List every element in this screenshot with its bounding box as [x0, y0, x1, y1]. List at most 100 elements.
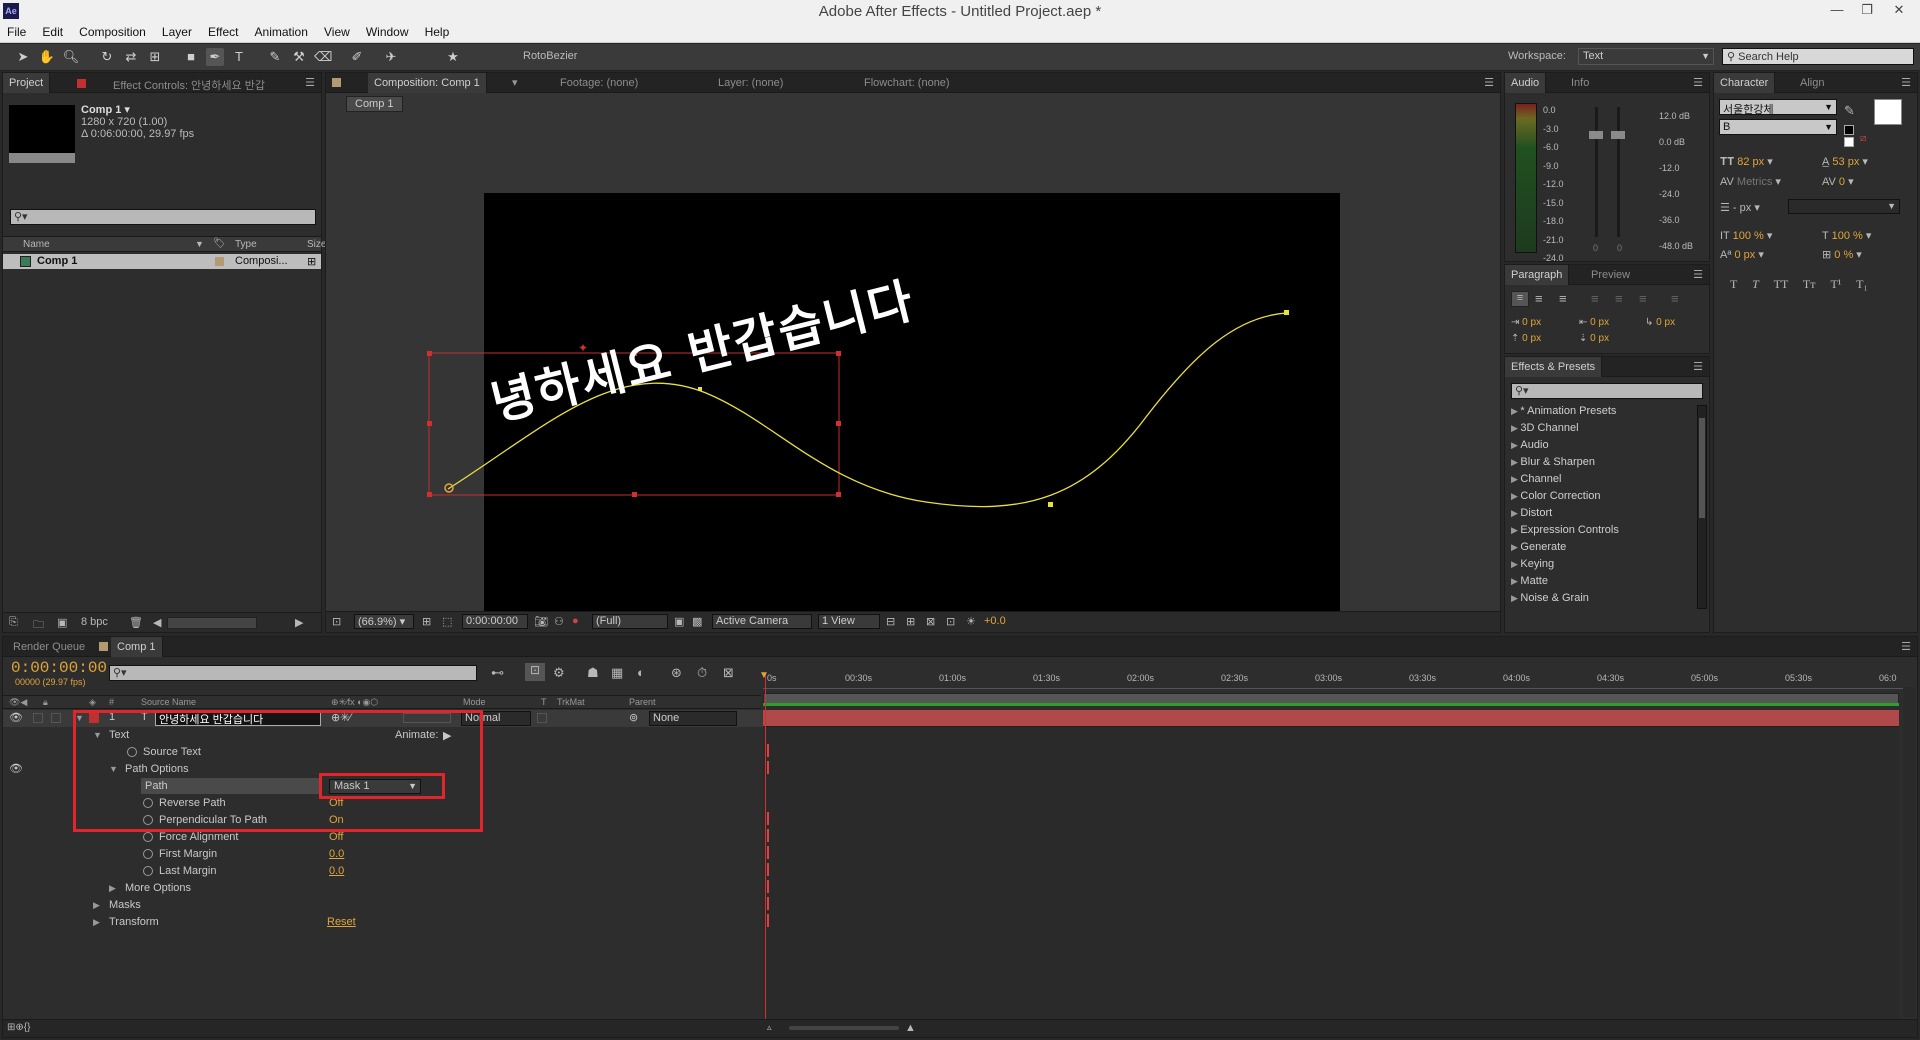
baseline-shift-field[interactable]: Aª 0 px ▾: [1720, 248, 1764, 261]
search-help-field[interactable]: ⚲ Search Help: [1722, 48, 1914, 65]
tab-audio[interactable]: Audio: [1505, 73, 1547, 93]
menu-layer[interactable]: Layer: [155, 22, 198, 39]
auto-keyframe-icon[interactable]: ⏱: [697, 665, 707, 681]
always-preview-icon[interactable]: ⊡: [332, 615, 341, 628]
close-button[interactable]: ✕: [1884, 2, 1914, 18]
prop-first-margin-value[interactable]: 0.0: [329, 848, 344, 860]
horizontal-scrollbar[interactable]: [167, 617, 257, 629]
col-size[interactable]: Size: [307, 239, 326, 250]
exposure-icon[interactable]: ☀: [966, 615, 976, 628]
magnification-select[interactable]: (66.9%) ▾: [354, 614, 414, 629]
transparency-grid-icon[interactable]: ▩: [692, 615, 702, 628]
indent-first-field[interactable]: ↳ 0 px: [1645, 317, 1675, 328]
audio-slider-thumb-right[interactable]: [1611, 131, 1625, 139]
view-layout-select[interactable]: 1 View: [818, 614, 880, 629]
menu-animation[interactable]: Animation: [248, 22, 314, 39]
expand-triangle-icon[interactable]: ▶: [93, 917, 100, 928]
toggle-switches-icon[interactable]: ⊞⊕{}: [7, 1022, 30, 1033]
brainstorm-icon[interactable]: ⊛: [671, 665, 682, 681]
brush-tool-icon[interactable]: ✎: [266, 48, 284, 66]
panel-menu-icon[interactable]: ☰: [1901, 76, 1911, 89]
panel-menu-icon[interactable]: ☰: [1901, 640, 1911, 653]
audio-slider-track-left[interactable]: [1595, 107, 1598, 237]
effects-search-input[interactable]: ⚲▾: [1511, 383, 1703, 399]
stopwatch-icon[interactable]: [143, 831, 158, 843]
rotate-tool-icon[interactable]: ↻: [98, 48, 116, 66]
exposure-value[interactable]: +0.0: [984, 615, 1006, 627]
panel-menu-icon[interactable]: ☰: [1693, 360, 1703, 373]
eraser-tool-icon[interactable]: ⌫: [314, 48, 332, 66]
black-swatch[interactable]: [1844, 125, 1854, 135]
chevron-down-icon[interactable]: ▾: [512, 76, 518, 89]
comp-name[interactable]: Comp 1 ▾: [81, 103, 130, 116]
audio-toggle[interactable]: [33, 713, 43, 723]
font-family-select[interactable]: 서울한강체 ▼: [1719, 99, 1837, 116]
tab-info[interactable]: Info: [1565, 73, 1595, 93]
toggle-pixel-aspect-icon[interactable]: ⊟: [886, 615, 895, 628]
align-right-icon[interactable]: ≡: [1559, 291, 1567, 306]
preserve-transparency-toggle[interactable]: [537, 713, 547, 723]
effects-category[interactable]: ▶ Distort: [1511, 507, 1552, 524]
menu-view[interactable]: View: [317, 22, 356, 39]
menu-edit[interactable]: Edit: [35, 22, 69, 39]
snapshot-icon[interactable]: 📷︎: [534, 615, 548, 628]
comp-viewport[interactable]: ✦ 녕하세요 반갑습니다: [326, 117, 1500, 611]
tab-layer[interactable]: Layer: (none): [712, 73, 789, 93]
frame-blending-icon[interactable]: ▦: [611, 665, 623, 681]
font-style-select[interactable]: B ▼: [1719, 119, 1837, 135]
camera-select[interactable]: Active Camera: [712, 614, 812, 629]
white-swatch[interactable]: [1844, 137, 1854, 147]
roto-brush-tool-icon[interactable]: ✐: [348, 48, 366, 66]
current-time-field[interactable]: 0:00:00:00: [462, 614, 528, 629]
time-ruler[interactable]: 0s 00:30s 01:00s 01:30s 02:00s 02:30s 03…: [763, 671, 1913, 689]
panel-menu-icon[interactable]: ☰: [305, 76, 315, 89]
stopwatch-icon[interactable]: [143, 865, 158, 877]
tab-footage[interactable]: Footage: (none): [554, 73, 644, 93]
effects-category[interactable]: ▶ Color Correction: [1511, 490, 1601, 507]
channel-rgb-icon[interactable]: ●: [572, 615, 579, 627]
parent-select[interactable]: None: [649, 711, 737, 726]
panel-menu-icon[interactable]: ☰: [1693, 268, 1703, 281]
prop-transform[interactable]: ▶ Transform Reset: [3, 914, 763, 931]
tab-effects-presets[interactable]: Effects & Presets: [1505, 357, 1603, 377]
stopwatch-icon[interactable]: [143, 848, 158, 860]
rectangle-tool-icon[interactable]: ■: [182, 48, 200, 66]
scroll-right-icon[interactable]: ▶: [295, 616, 303, 629]
project-search-input[interactable]: ⚲▾: [10, 209, 316, 225]
tab-flowchart[interactable]: Flowchart: (none): [858, 73, 956, 93]
camera-tool-icon[interactable]: ⇄: [122, 48, 140, 66]
font-size-field[interactable]: 𝐓𝐓 82 px ▾: [1720, 155, 1773, 169]
trash-icon[interactable]: 🗑︎: [129, 616, 143, 629]
effects-category[interactable]: ▶ 3D Channel: [1511, 422, 1579, 439]
timeline-icon[interactable]: ⊠: [926, 615, 935, 628]
space-after-field[interactable]: ⇣ 0 px: [1579, 333, 1609, 344]
mask-visibility-icon[interactable]: ⬚: [442, 615, 452, 628]
prop-first-margin[interactable]: First Margin 0.0: [3, 846, 763, 863]
menu-file[interactable]: File: [0, 22, 32, 39]
indent-right-field[interactable]: ⇤ 0 px: [1579, 317, 1609, 328]
motion-blur-icon[interactable]: ◐: [637, 665, 645, 680]
all-caps-button[interactable]: TT: [1774, 277, 1788, 291]
superscript-button[interactable]: T¹: [1830, 277, 1841, 291]
effects-category[interactable]: ▶ Keying: [1511, 558, 1554, 575]
small-caps-button[interactable]: Tт: [1803, 277, 1816, 291]
show-snapshot-icon[interactable]: ⚇: [554, 615, 564, 628]
panel-menu-icon[interactable]: ☰: [1484, 76, 1494, 89]
bpc-label[interactable]: 8 bpc: [81, 616, 108, 628]
align-left-icon[interactable]: ≡: [1511, 291, 1529, 307]
no-color-icon[interactable]: ⧄: [1860, 133, 1866, 144]
project-item-row[interactable]: Comp 1 Composi... ⊞: [3, 254, 321, 269]
hand-tool-icon[interactable]: ✋: [38, 48, 56, 66]
minimize-button[interactable]: —: [1822, 2, 1852, 17]
transform-reset-link[interactable]: Reset: [327, 916, 356, 928]
align-center-icon[interactable]: ≡: [1535, 291, 1543, 306]
zoom-out-icon[interactable]: ▵: [767, 1022, 772, 1033]
layer-duration-bar[interactable]: [763, 710, 1899, 727]
horizontal-scale-field[interactable]: T 100 % ▾: [1822, 229, 1871, 242]
timeline-timecode[interactable]: 0:00:00:00: [11, 659, 107, 677]
panel-menu-icon[interactable]: ☰: [1693, 76, 1703, 89]
timeline-vertical-scrollbar[interactable]: [1903, 687, 1915, 1017]
fast-previews-icon[interactable]: ⊞: [906, 615, 915, 628]
tab-project[interactable]: Project: [3, 73, 51, 93]
vertical-scale-field[interactable]: IT 100 % ▾: [1720, 229, 1772, 242]
